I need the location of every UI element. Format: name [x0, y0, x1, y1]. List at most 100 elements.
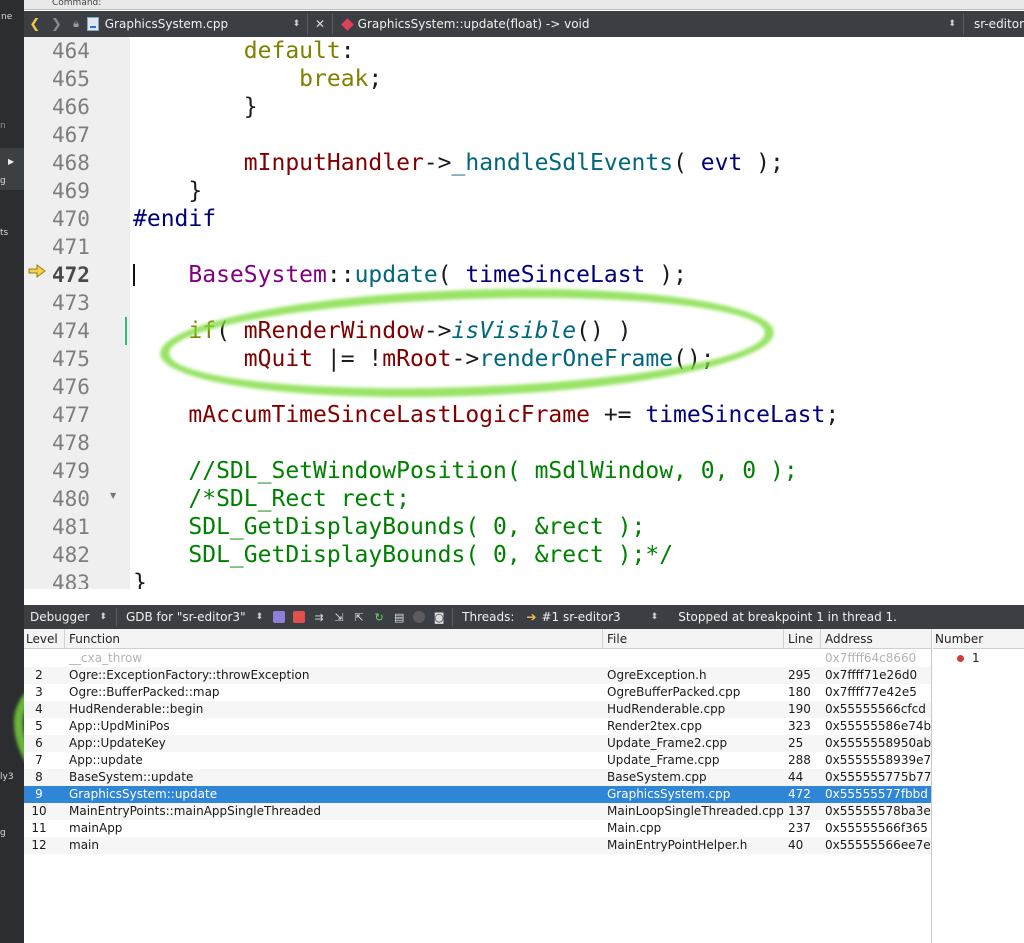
- column-header-address[interactable]: Address: [825, 632, 873, 646]
- line-number-gutter[interactable]: 464 465 466 467 468 469 470 471 472 473 474 475 476 4…: [24, 37, 130, 589]
- step-over-icon[interactable]: ⇉: [309, 608, 329, 626]
- line-number[interactable]: 481: [52, 513, 124, 541]
- interrupt-icon[interactable]: [269, 608, 289, 626]
- code-line[interactable]: break;: [133, 65, 382, 93]
- stack-cell-line: 295: [788, 668, 811, 682]
- stack-frame-row[interactable]: 4 HudRenderable::begin HudRenderable.cpp 19…: [24, 701, 931, 718]
- close-file-icon[interactable]: ✕: [310, 17, 330, 31]
- stack-cell-addr: 0x55555577fbbd: [825, 787, 928, 801]
- step-out-icon[interactable]: ⇱: [349, 608, 369, 626]
- code-line[interactable]: }: [133, 93, 258, 121]
- stack-cell-line: 44: [788, 770, 804, 784]
- fold-toggle-icon[interactable]: ▼: [110, 491, 116, 500]
- line-number[interactable]: 483: [52, 569, 124, 589]
- line-number[interactable]: 468: [52, 149, 124, 177]
- code-editor[interactable]: 464 465 466 467 468 469 470 471 472 473 474 475 476 4…: [24, 37, 1024, 589]
- breakpoint-icon: [957, 655, 964, 662]
- line-number[interactable]: 472: [52, 261, 124, 289]
- line-number[interactable]: 479: [52, 457, 124, 485]
- step-into-icon[interactable]: ⇲: [329, 608, 349, 626]
- code-line[interactable]: if( mRenderWindow->isVisible() ): [133, 317, 631, 345]
- code-token: if: [188, 318, 217, 344]
- stack-frame-row[interactable]: 12 main MainEntryPointHelper.h 40 0x55555566…: [24, 837, 931, 854]
- column-header-line[interactable]: Line: [788, 632, 813, 646]
- code-line[interactable]: mQuit |= !mRoot->renderOneFrame();: [133, 345, 715, 373]
- line-number[interactable]: 465: [52, 65, 124, 93]
- code-line[interactable]: mAccumTimeSinceLastLogicFrame += timeSin…: [133, 401, 839, 429]
- code-line[interactable]: /*SDL_Rect rect;: [133, 485, 410, 513]
- line-number[interactable]: 464: [52, 37, 124, 65]
- code-token: //SDL_SetWindowPosition( mSdlWindow, 0, …: [133, 458, 798, 484]
- code-line[interactable]: SDL_GetDisplayBounds( 0, &rect );: [133, 513, 645, 541]
- debugger-mode-select[interactable]: Debugger ⬍: [24, 610, 113, 624]
- symbol-method-icon: [340, 17, 354, 31]
- stack-cell-addr: 0x7ffff64c8660: [825, 651, 917, 665]
- project-selector[interactable]: sr-editor: [974, 17, 1024, 31]
- stop-debugger-icon[interactable]: [289, 608, 309, 626]
- code-line[interactable]: }: [133, 569, 147, 589]
- file-selector[interactable]: GraphicsSystem.cpp: [105, 17, 288, 31]
- cpp-file-icon: [86, 17, 99, 31]
- stack-frame-row[interactable]: 11 mainApp Main.cpp 237 0x55555566f365: [24, 820, 931, 837]
- screenshot-icon[interactable]: ◙: [429, 608, 449, 626]
- engine-select[interactable]: GDB for "sr-editor3" ⬍: [120, 610, 269, 624]
- code-line[interactable]: }: [133, 177, 202, 205]
- record-icon[interactable]: [409, 608, 429, 626]
- restart-icon[interactable]: ↻: [369, 608, 389, 626]
- column-header-function[interactable]: Function: [69, 632, 120, 646]
- line-number[interactable]: 473: [52, 289, 124, 317]
- column-header-file[interactable]: File: [607, 632, 627, 646]
- updown-icon[interactable]: ⬍: [288, 19, 306, 29]
- stack-frame-row[interactable]: 7 App::update Update_Frame.cpp 288 0x5555558…: [24, 752, 931, 769]
- line-number[interactable]: 467: [52, 121, 124, 149]
- column-header-level[interactable]: Level: [26, 632, 58, 646]
- column-divider[interactable]: [64, 629, 65, 649]
- stack-cell-file: Render2tex.cpp: [607, 719, 702, 733]
- line-number[interactable]: 476: [52, 373, 124, 401]
- line-number[interactable]: 469: [52, 177, 124, 205]
- stack-frame-row[interactable]: 10 MainEntryPoints::mainAppSingleThreaded…: [24, 803, 931, 820]
- stack-frame-row[interactable]: 8 BaseSystem::update BaseSystem.cpp 44 0x555…: [24, 769, 931, 786]
- column-divider[interactable]: [602, 629, 603, 649]
- code-line[interactable]: #endif: [133, 205, 216, 233]
- code-line[interactable]: mInputHandler->_handleSdlEvents( evt );: [133, 149, 784, 177]
- line-number[interactable]: 478: [52, 429, 124, 457]
- column-divider[interactable]: [820, 629, 821, 649]
- line-number[interactable]: 482: [52, 541, 124, 569]
- toolbar-divider: [331, 14, 333, 34]
- symbol-selector[interactable]: GraphicsSystem::update(float) -> void: [358, 17, 944, 31]
- stack-cell-addr: 0x7ffff77e42e5: [825, 685, 917, 699]
- lock-icon[interactable]: 🔒︎: [67, 17, 85, 31]
- stack-frame-row[interactable]: 6 App::UpdateKey Update_Frame2.cpp 25 0x5555…: [24, 735, 931, 752]
- stack-frame-row[interactable]: 5 App::UpdMiniPos Render2tex.cpp 323 0x55555…: [24, 718, 931, 735]
- call-stack-table[interactable]: Level Function File Line Address __cxa_t…: [24, 629, 932, 943]
- stack-cell-addr: 0x55555566ee7e: [825, 838, 931, 852]
- code-line[interactable]: SDL_GetDisplayBounds( 0, &rect );*/: [133, 541, 673, 569]
- forward-arrow-icon[interactable]: ❯: [46, 17, 68, 32]
- stack-frame-row[interactable]: __cxa_throw 0x7ffff64c8660: [24, 650, 931, 667]
- line-number[interactable]: 475: [52, 345, 124, 373]
- column-header-number[interactable]: Number: [933, 629, 1024, 649]
- breakpoint-row[interactable]: 1: [933, 651, 1024, 667]
- thread-select[interactable]: ➔ #1 sr-editor3 ⬍: [520, 610, 664, 624]
- updown-icon[interactable]: ⬍: [943, 19, 961, 29]
- column-divider[interactable]: [783, 629, 784, 649]
- code-line[interactable]: default:: [133, 37, 355, 65]
- line-number[interactable]: 471: [52, 233, 124, 261]
- code-line[interactable]: //SDL_SetWindowPosition( mSdlWindow, 0, …: [133, 457, 798, 485]
- back-arrow-icon[interactable]: ❮: [24, 17, 46, 32]
- code-line[interactable]: BaseSystem::update( timeSinceLast );: [133, 261, 687, 289]
- stack-frame-row[interactable]: 3 Ogre::BufferPacked::map OgreBufferPacked…: [24, 684, 931, 701]
- expand-arrow-icon[interactable]: ▶: [8, 157, 14, 166]
- stack-frame-row[interactable]: 9 GraphicsSystem::update GraphicsSystem.cp…: [24, 786, 931, 803]
- stack-frame-row[interactable]: 2 Ogre::ExceptionFactory::throwException O…: [24, 667, 931, 684]
- line-number[interactable]: 470: [52, 205, 124, 233]
- code-token: evt: [700, 150, 743, 176]
- breakpoints-panel[interactable]: Number 1: [933, 629, 1024, 943]
- line-number[interactable]: 477: [52, 401, 124, 429]
- line-number[interactable]: 466: [52, 93, 124, 121]
- instruction-mode-icon[interactable]: ▤: [389, 608, 409, 626]
- stack-cell-func: HudRenderable::begin: [69, 702, 204, 716]
- line-number[interactable]: 474: [52, 317, 124, 345]
- code-token: /*SDL_Rect rect;: [133, 486, 410, 512]
